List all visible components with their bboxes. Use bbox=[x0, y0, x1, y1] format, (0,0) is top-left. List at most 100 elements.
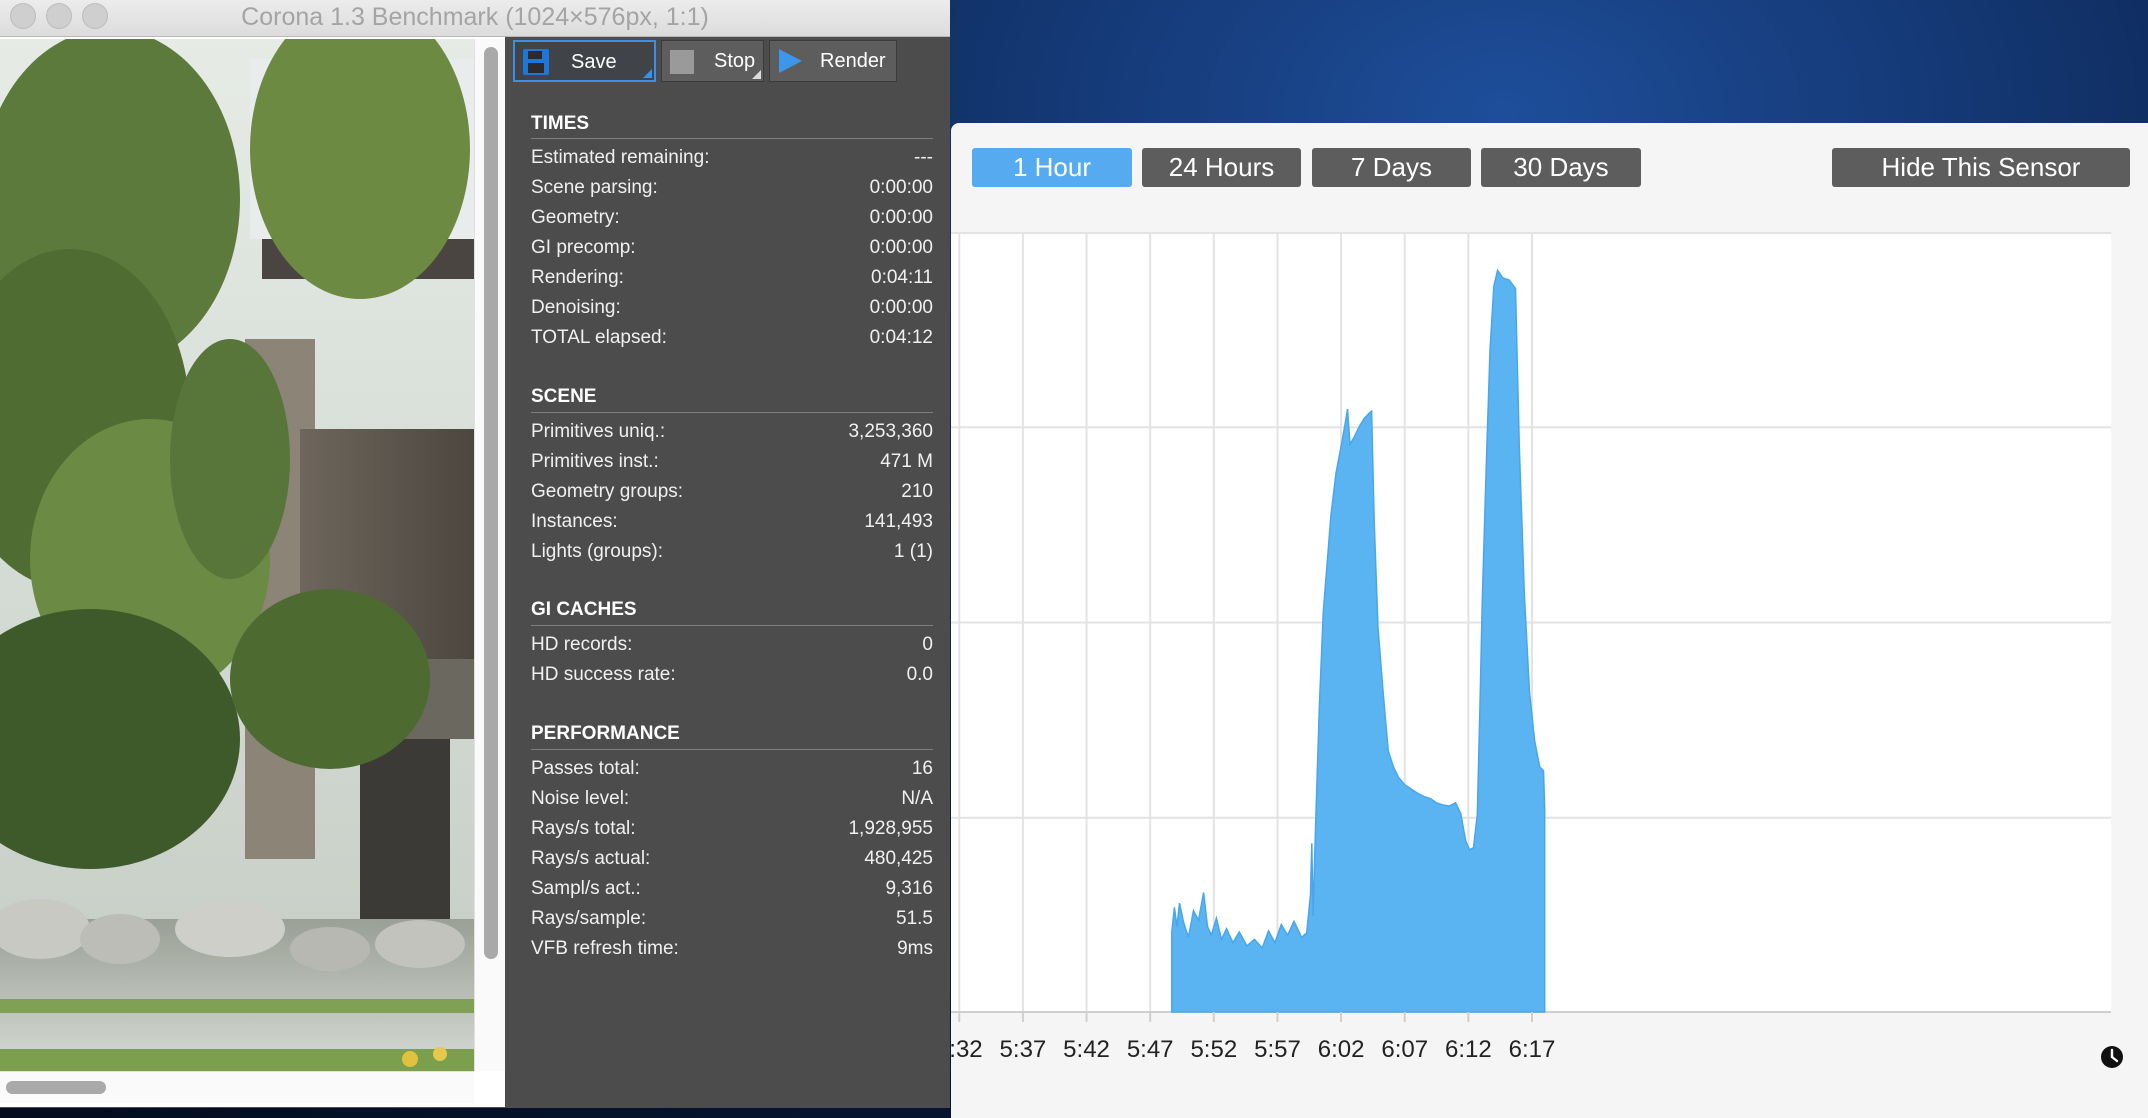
rendered-image bbox=[0, 39, 474, 1071]
stat-row: Geometry groups: 210 bbox=[531, 481, 933, 509]
stat-label: Denoising: bbox=[531, 297, 621, 318]
stat-row: Estimated remaining: --- bbox=[531, 147, 933, 175]
stat-value: 1 (1) bbox=[893, 541, 933, 562]
section-divider bbox=[531, 412, 933, 413]
stat-label: Estimated remaining: bbox=[531, 147, 710, 168]
stat-row: Geometry: 0:00:00 bbox=[531, 207, 933, 235]
stat-label: HD success rate: bbox=[531, 664, 676, 685]
render-button[interactable]: Render bbox=[769, 40, 897, 82]
stat-value: 3,253,360 bbox=[848, 421, 933, 442]
stat-value: 0:04:11 bbox=[871, 267, 933, 288]
save-button[interactable]: Save bbox=[513, 40, 656, 82]
stat-label: VFB refresh time: bbox=[531, 938, 679, 959]
play-icon bbox=[779, 49, 802, 73]
sensor-history-window: 1 Hour 24 Hours 7 Days 30 Days Hide This… bbox=[951, 123, 2148, 1118]
stat-label: Noise level: bbox=[531, 788, 630, 809]
clock-icon[interactable] bbox=[2101, 1046, 2123, 1068]
stat-row: Denoising: 0:00:00 bbox=[531, 297, 933, 325]
stat-value: --- bbox=[914, 147, 933, 168]
stat-value: 51.5 bbox=[896, 908, 933, 929]
x-tick-label: 5:57 bbox=[1254, 1036, 1301, 1063]
stat-row: Passes total: 16 bbox=[531, 758, 933, 786]
corona-window: Corona 1.3 Benchmark (1024×576px, 1:1) S… bbox=[0, 0, 950, 1108]
stat-value: 0.0 bbox=[906, 664, 933, 685]
x-tick-label: 6:02 bbox=[1318, 1036, 1365, 1063]
stat-value: 0:00:00 bbox=[869, 207, 933, 228]
render-button-label: Render bbox=[820, 50, 886, 72]
stat-value: 9,316 bbox=[885, 878, 933, 899]
stat-row: Primitives inst.: 471 M bbox=[531, 451, 933, 479]
stat-value: 0:00:00 bbox=[869, 237, 933, 258]
x-tick-label: 6:12 bbox=[1445, 1036, 1492, 1063]
stop-square-icon bbox=[670, 50, 694, 74]
stat-label: Geometry: bbox=[531, 207, 620, 228]
stop-button[interactable]: Stop bbox=[661, 40, 764, 82]
stat-label: Scene parsing: bbox=[531, 177, 658, 198]
section-title-times: TIMES bbox=[531, 113, 590, 134]
stat-label: Geometry groups: bbox=[531, 481, 684, 502]
section-divider bbox=[531, 138, 933, 139]
stat-label: Passes total: bbox=[531, 758, 640, 779]
stat-row: Primitives uniq.: 3,253,360 bbox=[531, 421, 933, 449]
stat-value: 480,425 bbox=[864, 848, 933, 869]
dropdown-corner-icon bbox=[752, 70, 761, 79]
x-tick-label: 5:32 bbox=[951, 1036, 983, 1063]
stat-label: TOTAL elapsed: bbox=[531, 327, 667, 348]
stat-label: Lights (groups): bbox=[531, 541, 664, 562]
stat-row: Scene parsing: 0:00:00 bbox=[531, 177, 933, 205]
stat-value: 0:00:00 bbox=[869, 297, 933, 318]
stat-label: Primitives uniq.: bbox=[531, 421, 666, 442]
stat-value: 9ms bbox=[897, 938, 933, 959]
render-viewport bbox=[0, 37, 506, 1107]
stop-button-label: Stop bbox=[714, 50, 756, 72]
stat-row: Noise level: N/A bbox=[531, 788, 933, 816]
stat-row: VFB refresh time: 9ms bbox=[531, 938, 933, 966]
vertical-scrollbar[interactable] bbox=[474, 39, 506, 1071]
horizontal-scrollbar[interactable] bbox=[0, 1071, 474, 1103]
x-tick-label: 5:52 bbox=[1190, 1036, 1237, 1063]
x-tick-label: 6:17 bbox=[1509, 1036, 1556, 1063]
section-title-scene: SCENE bbox=[531, 386, 597, 407]
x-tick-label: 6:07 bbox=[1381, 1036, 1428, 1063]
window-titlebar[interactable]: Corona 1.3 Benchmark (1024×576px, 1:1) bbox=[0, 0, 950, 37]
floppy-disk-icon bbox=[523, 49, 549, 75]
temperature-chart: 100.0º81.8º63.5º45.2º27.0º 5:225:275:325… bbox=[951, 232, 2123, 1068]
stat-label: GI precomp: bbox=[531, 237, 636, 258]
stat-row: Lights (groups): 1 (1) bbox=[531, 541, 933, 569]
stat-row: Rays/s total: 1,928,955 bbox=[531, 818, 933, 846]
x-tick-label: 5:37 bbox=[1000, 1036, 1047, 1063]
stat-label: HD records: bbox=[531, 634, 633, 655]
stat-value: 0:04:12 bbox=[869, 327, 933, 348]
stat-label: Rays/sample: bbox=[531, 908, 647, 929]
stat-row: GI precomp: 0:00:00 bbox=[531, 237, 933, 265]
section-title-gi-caches: GI CACHES bbox=[531, 599, 637, 620]
save-button-label: Save bbox=[571, 51, 617, 73]
section-divider bbox=[531, 749, 933, 750]
horizontal-scroll-thumb[interactable] bbox=[6, 1081, 106, 1094]
stat-value: 471 M bbox=[880, 451, 933, 472]
x-axis: 5:225:275:325:375:425:475:525:576:026:07… bbox=[951, 1012, 1555, 1063]
stat-row: Instances: 141,493 bbox=[531, 511, 933, 539]
stat-row: Rendering: 0:04:11 bbox=[531, 267, 933, 295]
rendered-scene-illustration bbox=[0, 39, 474, 1071]
stat-label: Rendering: bbox=[531, 267, 624, 288]
stat-value: N/A bbox=[901, 788, 933, 809]
stat-row: HD records: 0 bbox=[531, 634, 933, 662]
stat-row: Rays/s actual: 480,425 bbox=[531, 848, 933, 876]
stat-label: Primitives inst.: bbox=[531, 451, 659, 472]
vertical-scroll-thumb[interactable] bbox=[484, 47, 498, 959]
stat-value: 0 bbox=[922, 634, 933, 655]
stat-label: Rays/s total: bbox=[531, 818, 636, 839]
stats-panel: Save Stop Render TIMES Estimated remaini… bbox=[505, 37, 950, 1108]
stat-row: Rays/sample: 51.5 bbox=[531, 908, 933, 936]
dropdown-corner-icon bbox=[643, 69, 652, 78]
stat-value: 141,493 bbox=[864, 511, 933, 532]
section-title-performance: PERFORMANCE bbox=[531, 723, 680, 744]
x-tick-label: 5:47 bbox=[1127, 1036, 1174, 1063]
stat-value: 210 bbox=[901, 481, 933, 502]
stat-label: Instances: bbox=[531, 511, 618, 532]
section-divider bbox=[531, 625, 933, 626]
stat-label: Sampl/s act.: bbox=[531, 878, 641, 899]
window-title: Corona 1.3 Benchmark (1024×576px, 1:1) bbox=[241, 3, 709, 31]
x-tick-label: 5:42 bbox=[1063, 1036, 1110, 1063]
